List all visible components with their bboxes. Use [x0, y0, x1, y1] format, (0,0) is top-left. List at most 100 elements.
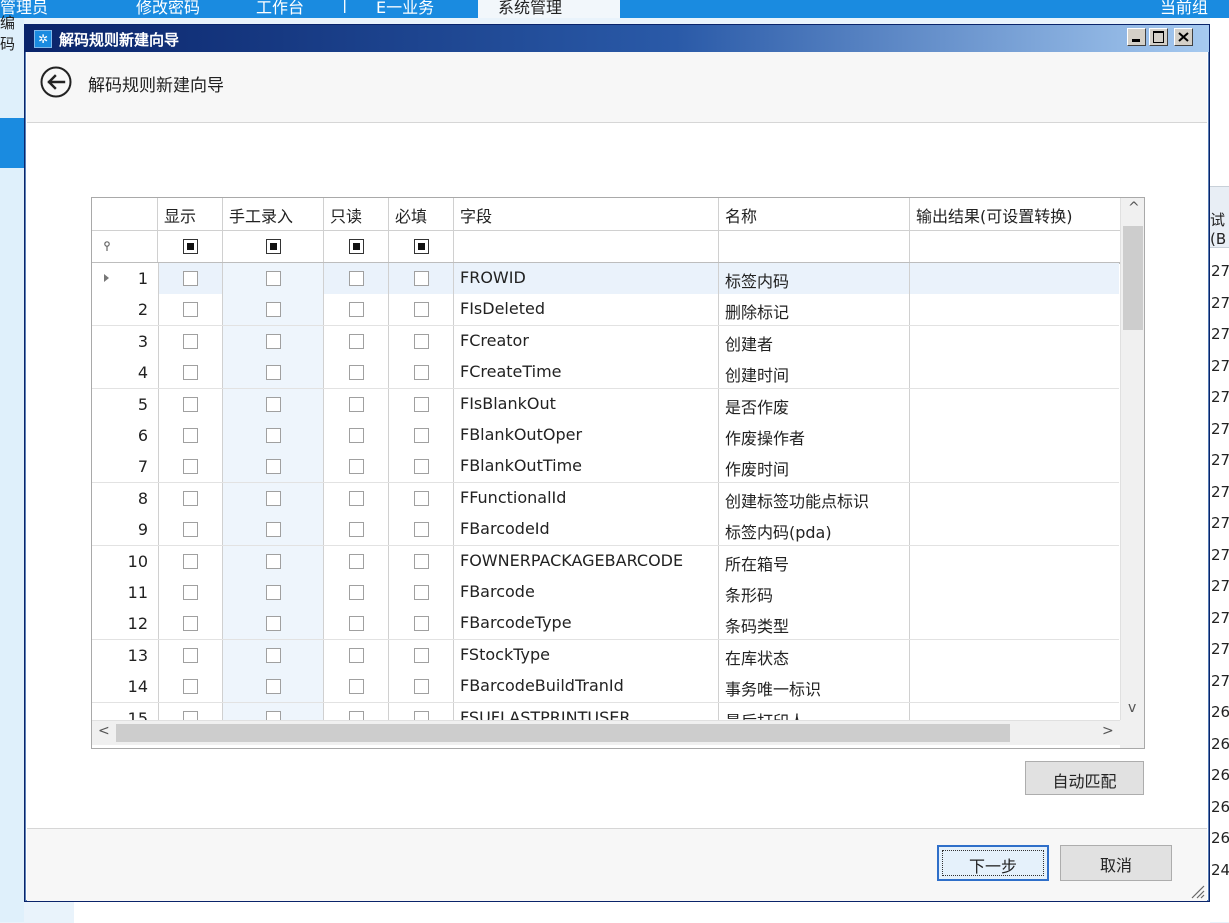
readonly-checkbox[interactable]: [349, 522, 364, 538]
col-header-manual[interactable]: 手工录入: [223, 198, 324, 230]
horizontal-scrollbar[interactable]: < >: [92, 720, 1120, 745]
manual-checkbox[interactable]: [266, 302, 281, 318]
auto-match-button[interactable]: 自动匹配: [1025, 761, 1144, 795]
show-checkbox[interactable]: [183, 616, 198, 632]
output-cell[interactable]: [910, 294, 1120, 325]
required-checkbox[interactable]: [414, 553, 429, 569]
name-cell[interactable]: 事务唯一标识: [719, 671, 910, 703]
required-checkbox[interactable]: [414, 616, 429, 632]
close-button[interactable]: [1174, 28, 1193, 46]
output-cell[interactable]: [910, 420, 1120, 451]
output-cell[interactable]: [910, 546, 1120, 577]
left-nav-label[interactable]: 编码: [0, 12, 24, 54]
field-cell[interactable]: FBarcodeBuildTranId: [454, 671, 719, 703]
output-cell[interactable]: [910, 640, 1120, 671]
name-cell[interactable]: 创建者: [719, 325, 910, 357]
cancel-button[interactable]: 取消: [1060, 845, 1172, 881]
col-header-show[interactable]: 显示: [158, 198, 223, 230]
window-title-bar[interactable]: ✲ 解码规则新建向导: [25, 25, 1209, 52]
show-checkbox[interactable]: [183, 333, 198, 349]
required-checkbox[interactable]: [414, 428, 429, 443]
readonly-checkbox[interactable]: [349, 459, 364, 475]
table-row[interactable]: 1 FROWID 标签内码: [92, 263, 1119, 295]
name-cell[interactable]: 在库状态: [719, 639, 910, 671]
topbar-business[interactable]: E一业务: [376, 0, 434, 18]
output-cell[interactable]: [910, 671, 1120, 702]
required-checkbox[interactable]: [414, 585, 429, 600]
name-cell[interactable]: 标签内码: [719, 263, 910, 294]
show-checkbox[interactable]: [183, 647, 198, 663]
field-cell[interactable]: FBlankOutTime: [454, 451, 719, 483]
name-cell[interactable]: 条形码: [719, 577, 910, 608]
row-header[interactable]: 10: [92, 545, 159, 577]
show-checkbox[interactable]: [183, 459, 198, 475]
col-header-output[interactable]: 输出结果(可设置转换): [910, 198, 1120, 230]
topbar-change-password[interactable]: 修改密码: [136, 0, 200, 18]
field-grid[interactable]: 显示 手工录入 只读 必填 字段 名称 输出结果(可设置转换) 1 FROWID 标…: [91, 197, 1145, 749]
name-cell[interactable]: 作废时间: [719, 451, 910, 483]
col-header-field[interactable]: 字段: [454, 198, 719, 230]
row-header[interactable]: 7: [92, 451, 159, 483]
readonly-checkbox[interactable]: [349, 647, 364, 663]
manual-checkbox[interactable]: [266, 679, 281, 695]
show-checkbox[interactable]: [183, 490, 198, 506]
horizontal-scroll-thumb[interactable]: [116, 724, 1010, 742]
row-header[interactable]: 6: [92, 420, 159, 451]
scroll-right-icon[interactable]: >: [1102, 723, 1114, 739]
required-checkbox[interactable]: [414, 365, 429, 381]
row-header[interactable]: 11: [92, 577, 159, 608]
scroll-left-icon[interactable]: <: [98, 723, 110, 739]
output-cell[interactable]: [910, 389, 1120, 420]
table-row[interactable]: 2 FIsDeleted 删除标记: [92, 294, 1120, 327]
field-cell[interactable]: FROWID: [454, 263, 719, 294]
required-checkbox[interactable]: [414, 333, 429, 349]
name-cell[interactable]: 创建标签功能点标识: [719, 482, 910, 514]
scroll-up-icon[interactable]: ^: [1128, 200, 1140, 216]
select-all-required-checkbox[interactable]: [414, 239, 429, 254]
field-cell[interactable]: FStockType: [454, 639, 719, 671]
manual-checkbox[interactable]: [266, 553, 281, 569]
table-row[interactable]: 9 FBarcodeId 标签内码(pda): [92, 514, 1120, 547]
scroll-down-icon[interactable]: v: [1128, 700, 1136, 716]
select-all-manual-checkbox[interactable]: [266, 239, 281, 254]
col-header-name[interactable]: 名称: [719, 198, 910, 230]
manual-checkbox[interactable]: [266, 459, 281, 475]
row-header[interactable]: 9: [92, 514, 159, 546]
row-header[interactable]: 1: [92, 263, 159, 294]
field-cell[interactable]: FIsDeleted: [454, 294, 719, 326]
show-checkbox[interactable]: [183, 396, 198, 412]
manual-checkbox[interactable]: [266, 616, 281, 632]
col-header-required[interactable]: 必填: [389, 198, 454, 230]
table-row[interactable]: 6 FBlankOutOper 作废操作者: [92, 420, 1119, 452]
output-cell[interactable]: [910, 263, 1120, 294]
show-checkbox[interactable]: [183, 428, 198, 443]
field-cell[interactable]: FBarcodeId: [454, 514, 719, 546]
readonly-checkbox[interactable]: [349, 553, 364, 569]
show-checkbox[interactable]: [183, 271, 198, 286]
readonly-checkbox[interactable]: [349, 333, 364, 349]
manual-checkbox[interactable]: [266, 522, 281, 538]
table-row[interactable]: 13 FStockType 在库状态: [92, 639, 1120, 672]
readonly-checkbox[interactable]: [349, 679, 364, 695]
show-checkbox[interactable]: [183, 679, 198, 695]
field-cell[interactable]: FCreateTime: [454, 357, 719, 389]
next-button[interactable]: 下一步: [937, 845, 1049, 881]
required-checkbox[interactable]: [414, 459, 429, 475]
field-cell[interactable]: FOWNERPACKAGEBARCODE: [454, 545, 719, 577]
output-cell[interactable]: [910, 514, 1120, 545]
required-checkbox[interactable]: [414, 647, 429, 663]
row-header[interactable]: 4: [92, 357, 159, 389]
field-cell[interactable]: FBlankOutOper: [454, 420, 719, 451]
readonly-checkbox[interactable]: [349, 365, 364, 381]
show-checkbox[interactable]: [183, 553, 198, 569]
output-cell[interactable]: [910, 451, 1120, 482]
vertical-scroll-thumb[interactable]: [1123, 226, 1143, 330]
select-all-show-checkbox[interactable]: [183, 239, 198, 254]
show-checkbox[interactable]: [183, 365, 198, 381]
name-cell[interactable]: 创建时间: [719, 357, 910, 389]
row-header[interactable]: 8: [92, 482, 159, 514]
filter-output[interactable]: [910, 231, 1120, 262]
left-nav-active-item[interactable]: [0, 118, 24, 168]
filter-name[interactable]: [719, 231, 910, 262]
name-cell[interactable]: 所在箱号: [719, 545, 910, 577]
